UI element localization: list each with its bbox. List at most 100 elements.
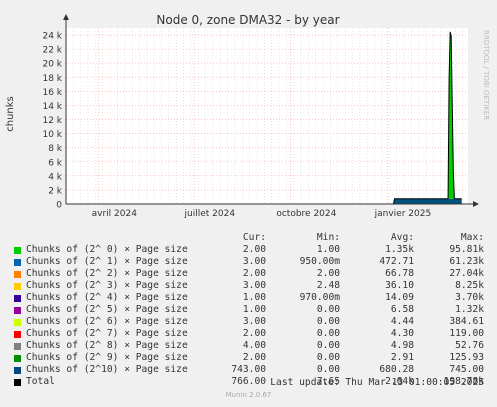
legend-min: 2.00 bbox=[316, 268, 340, 279]
legend-cur: 2.00 bbox=[242, 268, 266, 279]
legend-min: 970.00m bbox=[299, 292, 340, 303]
x-tick-label: juillet 2024 bbox=[184, 209, 236, 219]
legend-min: 950.00m bbox=[299, 256, 340, 267]
legend-row: Chunks of (2^ 2) × Page size 2.00 2.00 66.7… bbox=[0, 268, 497, 280]
y-tick-label: 18 k bbox=[42, 74, 62, 84]
legend-avg: 4.44 bbox=[390, 316, 414, 327]
legend-cur: 2.00 bbox=[242, 328, 266, 339]
legend-cur: 766.00 bbox=[231, 376, 266, 387]
watermark: RRDTOOL / TOBI OETIKER bbox=[482, 30, 490, 120]
legend-header-min: Min: bbox=[316, 232, 340, 243]
legend-min: 0.00 bbox=[316, 316, 340, 327]
y-tick-label: 22 k bbox=[42, 46, 62, 56]
legend-row: Chunks of (2^ 0) × Page size 2.00 1.00 1.35… bbox=[0, 244, 497, 256]
legend-name: Chunks of (2^ 1) × Page size bbox=[26, 256, 188, 267]
y-tick-label: 16 k bbox=[42, 88, 62, 98]
legend-row: Chunks of (2^ 9) × Page size 2.00 0.00 2.91… bbox=[0, 352, 497, 364]
legend-avg: 4.30 bbox=[390, 328, 414, 339]
legend-max: 3.70k bbox=[455, 292, 484, 303]
legend-row: Chunks of (2^ 6) × Page size 3.00 0.00 4.44… bbox=[0, 316, 497, 328]
legend-name: Chunks of (2^10) × Page size bbox=[26, 364, 188, 375]
legend-row: Chunks of (2^ 5) × Page size 1.00 0.00 6.58… bbox=[0, 304, 497, 316]
y-tick-label: 6 k bbox=[48, 158, 63, 168]
legend-min: 0.00 bbox=[316, 304, 340, 315]
legend-cur: 3.00 bbox=[242, 280, 266, 291]
legend-max: 384.61 bbox=[449, 316, 484, 327]
y-tick-label: 10 k bbox=[42, 130, 62, 140]
legend-name: Chunks of (2^ 5) × Page size bbox=[26, 304, 188, 315]
legend-swatch bbox=[14, 331, 21, 338]
legend-name: Chunks of (2^ 3) × Page size bbox=[26, 280, 188, 291]
x-tick-label: avril 2024 bbox=[92, 209, 138, 219]
x-tick-label: octobre 2024 bbox=[276, 209, 336, 219]
legend-cur: 2.00 bbox=[242, 244, 266, 255]
legend-max: 52.76 bbox=[455, 340, 484, 351]
y-tick-label: 24 k bbox=[42, 32, 62, 42]
legend-cur: 2.00 bbox=[242, 352, 266, 363]
legend-avg: 36.10 bbox=[385, 280, 414, 291]
legend-row: Chunks of (2^10) × Page size 743.00 0.00 68… bbox=[0, 364, 497, 376]
legend-name: Chunks of (2^ 2) × Page size bbox=[26, 268, 188, 279]
chart: Node 0, zone DMA32 - by year chunks RRDT… bbox=[5, 13, 490, 219]
legend-name: Chunks of (2^ 4) × Page size bbox=[26, 292, 188, 303]
legend-name: Chunks of (2^ 8) × Page size bbox=[26, 340, 188, 351]
legend-header-avg: Avg: bbox=[390, 232, 414, 243]
legend-swatch bbox=[14, 283, 21, 290]
legend-cur: 4.00 bbox=[242, 340, 266, 351]
legend-row: Chunks of (2^ 4) × Page size 1.00 970.00m 1… bbox=[0, 292, 497, 304]
legend-min: 0.00 bbox=[316, 364, 340, 375]
legend-name: Chunks of (2^ 9) × Page size bbox=[26, 352, 188, 363]
legend-swatch bbox=[14, 271, 21, 278]
legend-swatch bbox=[14, 367, 21, 374]
y-tick-label: 20 k bbox=[42, 60, 62, 70]
legend-swatch bbox=[14, 295, 21, 302]
y-axis-arrow bbox=[63, 14, 69, 20]
legend-cur: 743.00 bbox=[231, 364, 266, 375]
legend-max: 125.93 bbox=[449, 352, 484, 363]
legend-name: Chunks of (2^ 7) × Page size bbox=[26, 328, 188, 339]
legend-min: 0.00 bbox=[316, 328, 340, 339]
legend-header: Cur: Min: Avg: Max: bbox=[0, 232, 497, 244]
legend-row: Chunks of (2^ 3) × Page size 3.00 2.48 36.1… bbox=[0, 280, 497, 292]
legend-swatch bbox=[14, 319, 21, 326]
legend-swatch bbox=[14, 379, 21, 386]
y-tick-label: 14 k bbox=[42, 102, 62, 112]
legend-max: 1.32k bbox=[455, 304, 484, 315]
series-area bbox=[393, 198, 462, 204]
legend-min: 2.48 bbox=[316, 280, 340, 291]
legend-name: Total bbox=[26, 376, 55, 387]
legend-swatch bbox=[14, 307, 21, 314]
legend-cur: 1.00 bbox=[242, 304, 266, 315]
legend-avg: 1.35k bbox=[385, 244, 414, 255]
legend-row: Chunks of (2^ 7) × Page size 2.00 0.00 4.30… bbox=[0, 328, 497, 340]
legend-swatch bbox=[14, 343, 21, 350]
legend-swatch bbox=[14, 355, 21, 362]
legend-row: Chunks of (2^ 8) × Page size 4.00 0.00 4.98… bbox=[0, 340, 497, 352]
legend-avg: 680.28 bbox=[379, 364, 414, 375]
y-tick-label: 12 k bbox=[42, 116, 62, 126]
legend-row: Chunks of (2^ 1) × Page size 3.00 950.00m 4… bbox=[0, 256, 497, 268]
legend-max: 27.04k bbox=[449, 268, 484, 279]
x-axis-arrow bbox=[473, 201, 479, 207]
legend-avg: 472.71 bbox=[379, 256, 414, 267]
legend-max: 95.81k bbox=[449, 244, 484, 255]
legend-min: 0.00 bbox=[316, 340, 340, 351]
legend-avg: 2.91 bbox=[390, 352, 414, 363]
y-tick-label: 0 bbox=[56, 201, 62, 211]
legend-avg: 14.09 bbox=[385, 292, 414, 303]
legend-avg: 66.78 bbox=[385, 268, 414, 279]
legend-max: 745.00 bbox=[449, 364, 484, 375]
munin-version: Munin 2.0.67 bbox=[225, 391, 272, 399]
legend-swatch bbox=[14, 259, 21, 266]
y-tick-label: 8 k bbox=[48, 144, 63, 154]
legend-max: 8.25k bbox=[455, 280, 484, 291]
legend-header-cur: Cur: bbox=[242, 232, 266, 243]
legend-avg: 4.98 bbox=[390, 340, 414, 351]
legend-min: 0.00 bbox=[316, 352, 340, 363]
legend-max: 61.23k bbox=[449, 256, 484, 267]
last-update: Last update: Thu Mar 13 01:00:05 2025 bbox=[270, 377, 484, 388]
legend-header-max: Max: bbox=[460, 232, 484, 243]
chart-title: Node 0, zone DMA32 - by year bbox=[156, 13, 339, 27]
legend-name: Chunks of (2^ 0) × Page size bbox=[26, 244, 188, 255]
legend-name: Chunks of (2^ 6) × Page size bbox=[26, 316, 188, 327]
